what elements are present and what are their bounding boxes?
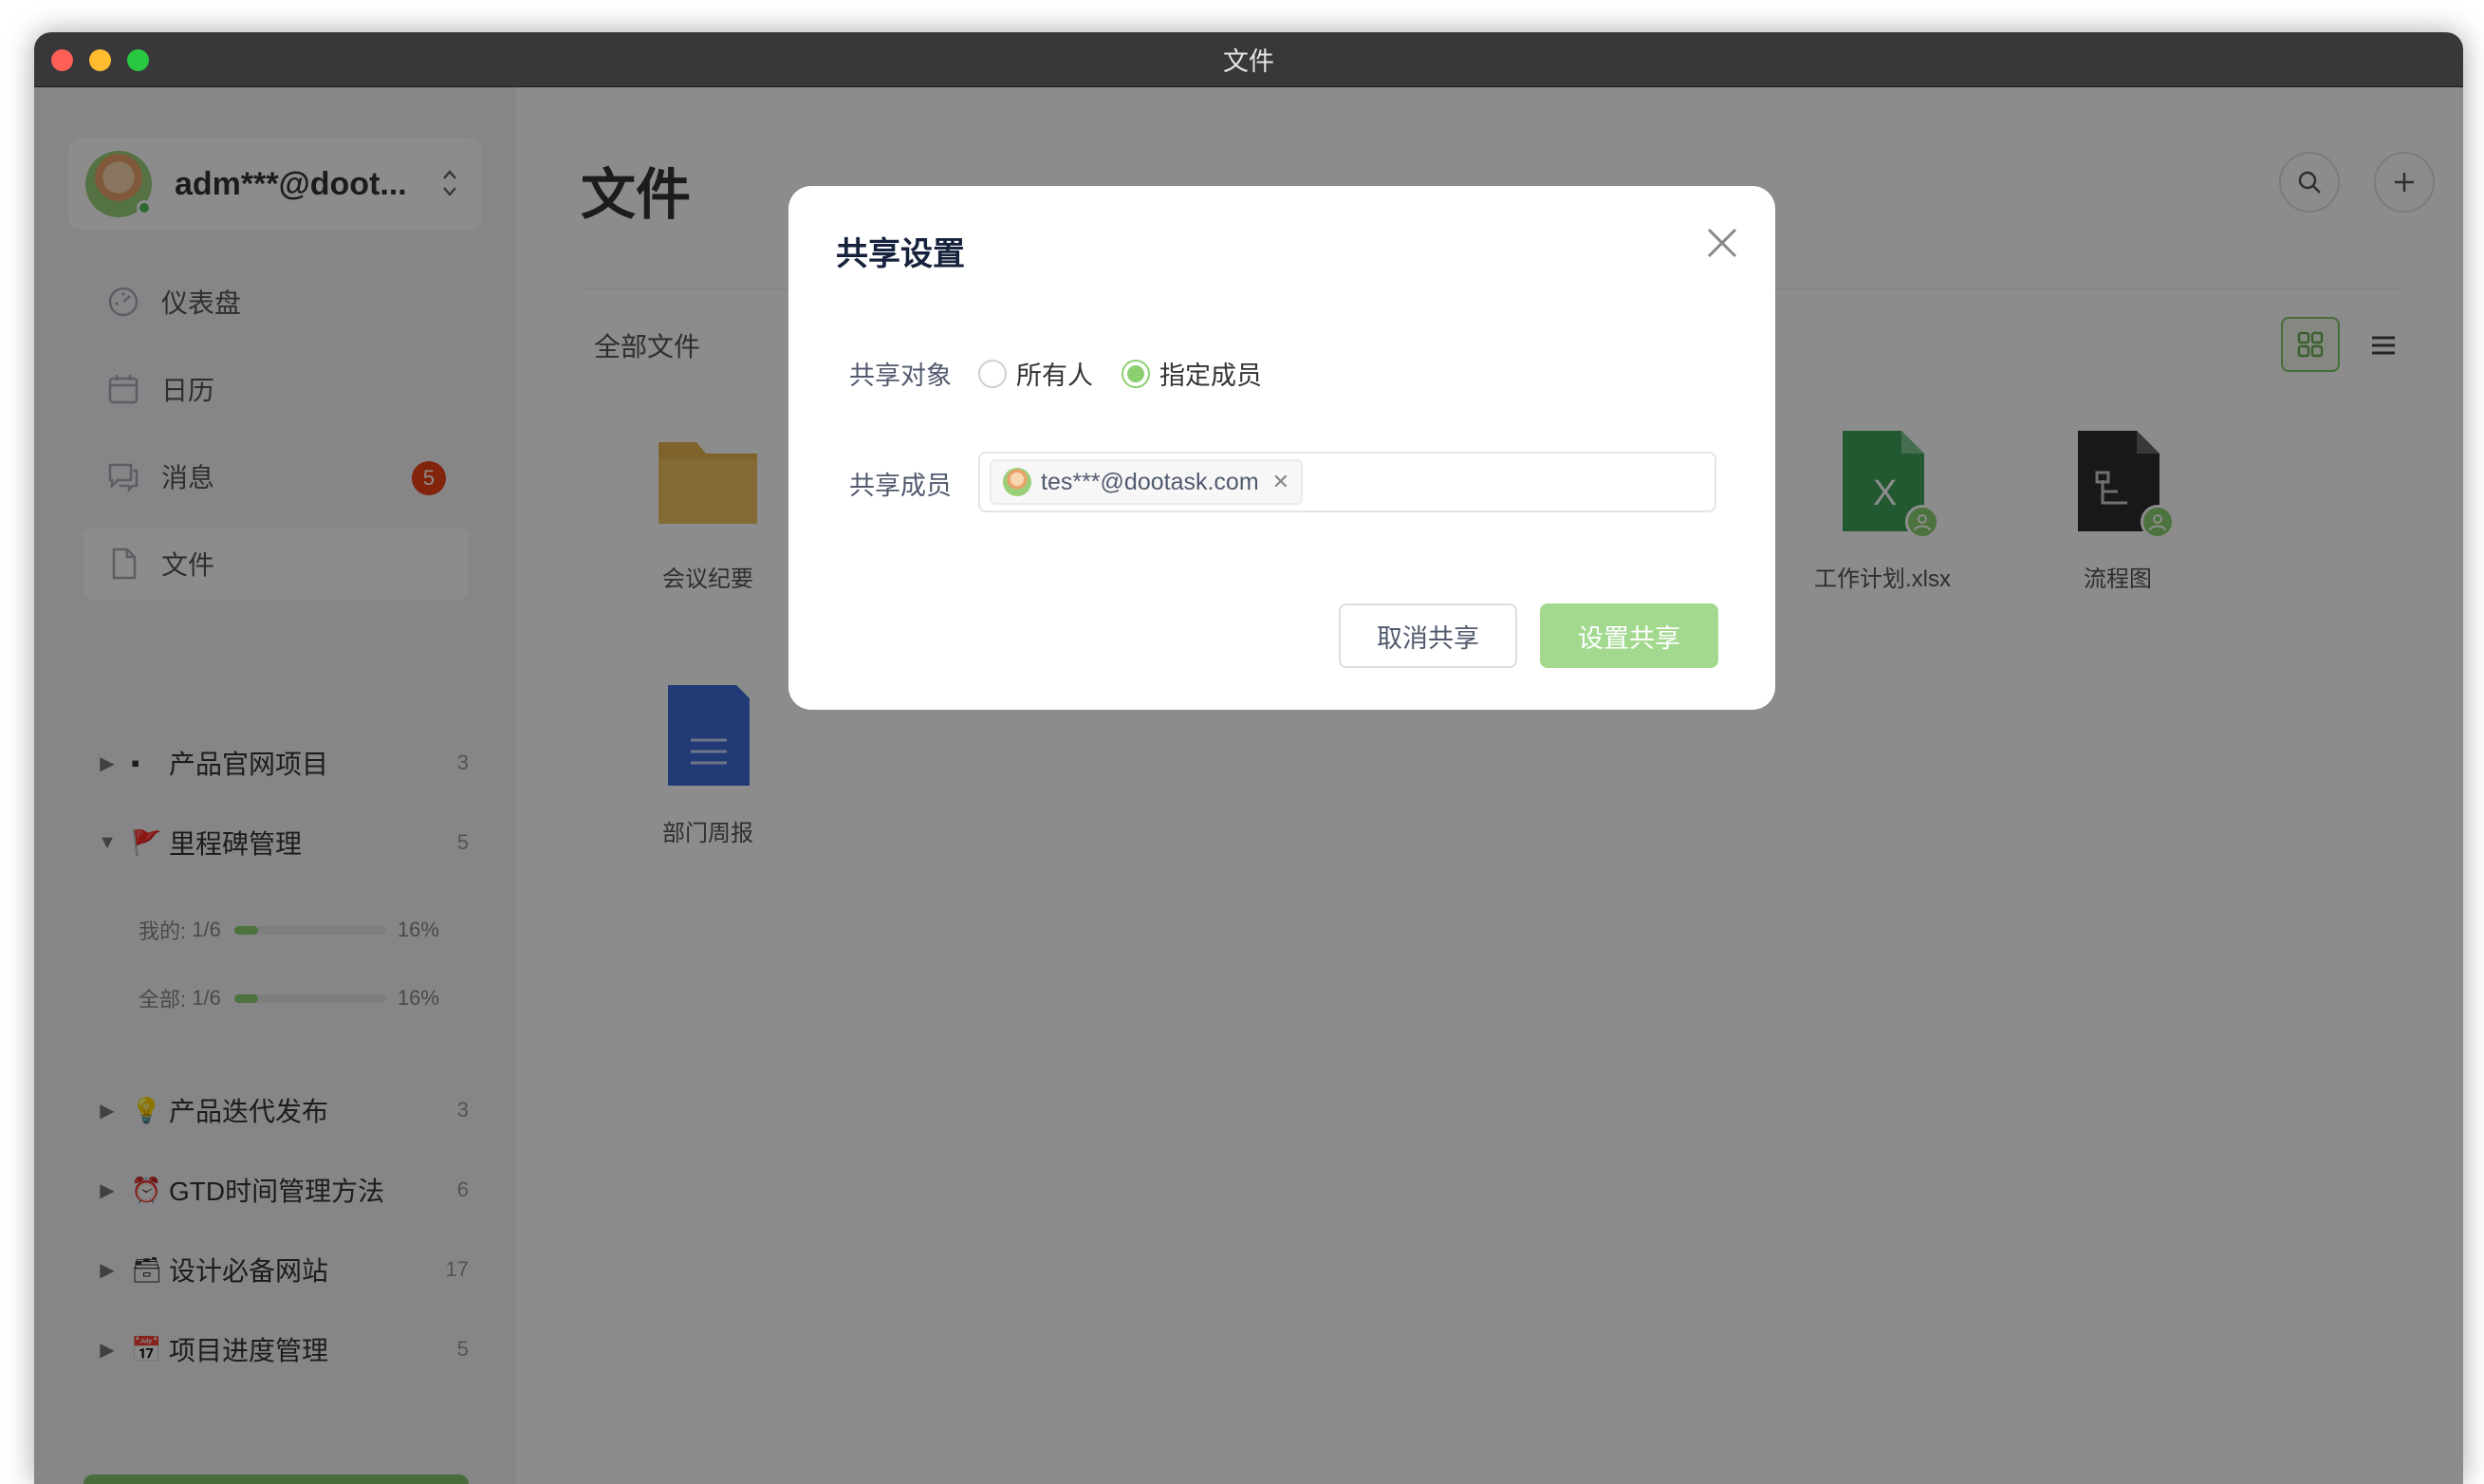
member-tag: tes***@dootask.com ✕ — [990, 459, 1304, 505]
window-controls — [51, 49, 149, 71]
radio-specific-members[interactable]: 指定成员 — [1122, 355, 1262, 392]
radio-label: 所有人 — [1016, 362, 1093, 390]
member-select-input[interactable]: tes***@dootask.com ✕ — [978, 452, 1716, 512]
set-share-button[interactable]: 设置共享 — [1540, 603, 1718, 668]
app-window: 文件 adm***@doot... 仪表盘 日历 消息 5 文件 ▶ ▪ 产品官… — [34, 32, 2463, 1484]
dialog-title: 共享设置 — [836, 236, 965, 272]
member-avatar — [1003, 468, 1031, 496]
window-title: 文件 — [1223, 47, 1274, 76]
share-settings-dialog: 共享设置 共享对象 所有人 指定成员 共享成员 tes***@dootask.c… — [788, 186, 1775, 710]
close-icon[interactable] — [1703, 224, 1741, 262]
radio-label: 指定成员 — [1159, 362, 1262, 390]
minimize-window-button[interactable] — [89, 49, 111, 71]
member-tag-label: tes***@dootask.com — [1041, 468, 1259, 495]
radio-circle-checked — [1122, 359, 1150, 388]
cancel-share-button[interactable]: 取消共享 — [1339, 603, 1517, 668]
members-label: 共享成员 — [849, 472, 952, 500]
share-target-label: 共享对象 — [849, 362, 952, 390]
close-window-button[interactable] — [51, 49, 73, 71]
share-target-radio-group: 所有人 指定成员 — [978, 355, 1262, 392]
zoom-window-button[interactable] — [127, 49, 149, 71]
title-bar: 文件 — [34, 32, 2463, 87]
remove-member-icon[interactable]: ✕ — [1272, 470, 1289, 494]
radio-everyone[interactable]: 所有人 — [978, 355, 1093, 392]
radio-circle — [978, 359, 1007, 388]
